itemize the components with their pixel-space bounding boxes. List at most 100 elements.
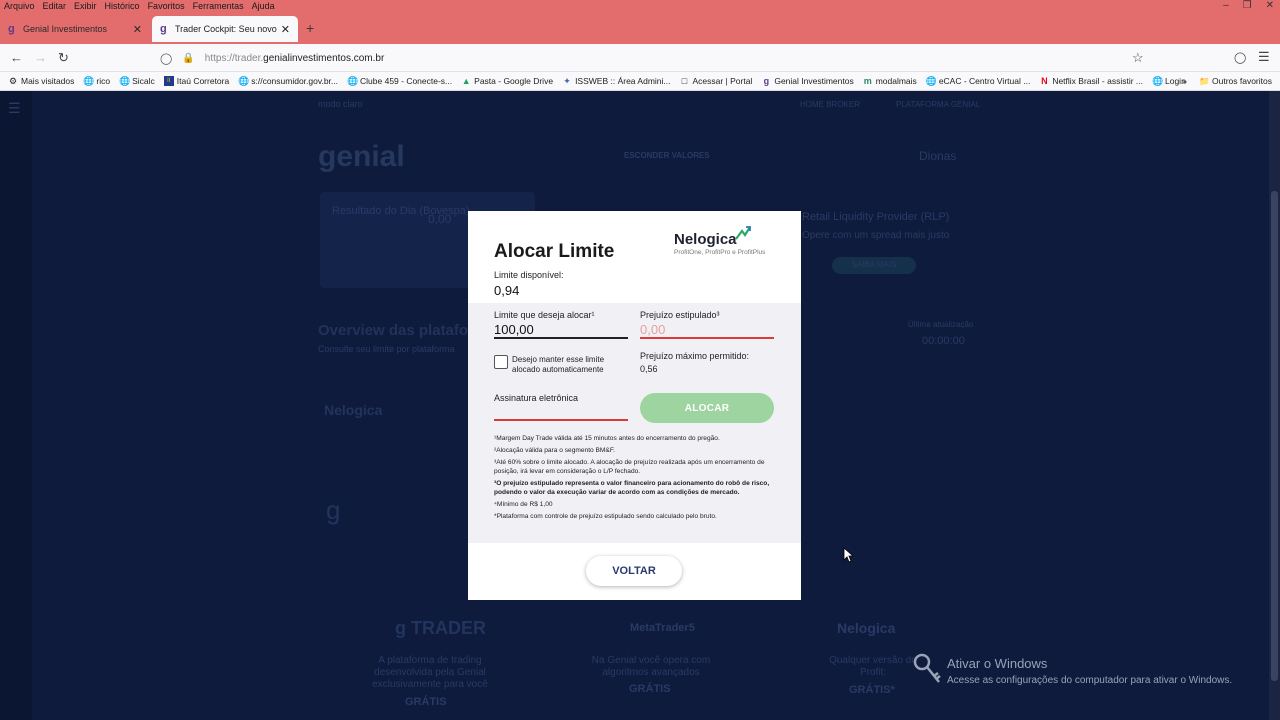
bookmark-item[interactable]: 🌐 rico [83,76,110,86]
tab-trader-cockpit[interactable]: g Trader Cockpit: Seu novo portal ✕ [152,16,298,42]
nelogica-bottom-logo: Nelogica [837,620,896,636]
pocket-icon[interactable]: ◯ [1234,51,1246,64]
bookmark-item[interactable]: g Genial Investimentos [761,76,854,86]
left-rail [0,91,32,720]
alocar-button[interactable]: ALOCAR [640,393,774,423]
tab-genial[interactable]: g Genial Investimentos ✕ [0,16,150,42]
limite-disponivel-label: Limite disponível: [494,270,564,280]
mt5-gratis: GRÁTIS [629,683,671,695]
assinatura-underline [494,419,628,421]
scroll-thumb[interactable] [1271,191,1278,681]
bookmark-item[interactable]: ⚙ Mais visitados [8,76,74,86]
watermark-title: Ativar o Windows [947,656,1048,671]
shield-icon[interactable]: ◯ [160,52,172,65]
new-tab-icon[interactable]: + [306,20,314,36]
mode-toggle-label[interactable]: modo claro [318,99,363,109]
bookmark-item[interactable]: 🌐 Login [1152,76,1186,86]
minimize-icon[interactable]: – [1223,0,1229,11]
limite-alocar-label: Limite que deseja alocar¹ [494,310,595,320]
bookmark-item[interactable]: m modalmais [863,76,917,86]
trader-logo: g TRADER [395,618,486,638]
manter-limite-label[interactable]: Desejo manter esse limite alocado automa… [512,355,622,375]
bookmark-item[interactable]: it Itaú Corretora [163,76,229,86]
globe-icon: 🌐 [1152,76,1164,86]
genial-dim-mark: g [326,495,341,525]
prejuizo-maximo-label: Prejuízo máximo permitido: [640,351,750,361]
ultima-atualizacao-label: Última atualização [908,320,974,329]
user-name[interactable]: Dionas [919,149,956,163]
globe-icon: 🌐 [925,76,938,86]
footnote: ²Alocação válida para o segmento BM&F. [494,447,615,454]
rlp-saiba-mais-button[interactable]: SAIBA MAIS [832,257,916,274]
bookmark-item[interactable]: 🌐 eCAC - Centro Virtual ... [926,76,1031,86]
bookmark-item[interactable]: 🌐 Clube 459 - Conecte-s... [347,76,452,86]
esconder-valores-toggle[interactable]: ESCONDER VALORES [624,151,710,160]
prejuizo-estipulado-underline [640,337,774,339]
menu-ajuda[interactable]: Ajuda [248,0,279,14]
back-icon[interactable]: ← [10,50,23,65]
mouse-cursor-icon [843,547,853,563]
forward-icon[interactable]: → [34,50,47,65]
gear-icon: ⚙ [8,76,18,86]
bookmark-item[interactable]: N Netflix Brasil - assistir ... [1039,76,1143,86]
menu-editar[interactable]: Editar [39,0,71,14]
rlp-subtitle: Opere com um spread mais justo [802,230,950,241]
voltar-button[interactable]: VOLTAR [586,556,682,586]
bookmarks-overflow: » 📁 Outros favoritos [1182,76,1272,87]
menu-favoritos[interactable]: Favoritos [144,0,189,14]
nelogica-gratis: GRÁTIS* [849,684,895,696]
other-bookmarks[interactable]: 📁 Outros favoritos [1199,76,1272,87]
more-bookmarks-icon[interactable]: » [1182,76,1187,87]
m-icon: m [863,76,872,86]
trader-promo: A plataforma de trading desenvolvida pel… [372,655,488,690]
assinatura-input[interactable] [494,405,628,419]
close-tab-icon[interactable]: ✕ [133,23,142,36]
menu-ferramentas[interactable]: Ferramentas [189,0,248,14]
windows-activation-watermark: Ativar o Windows Acesse as configurações… [947,656,1232,686]
tab-title: Trader Cockpit: Seu novo portal [175,24,277,34]
close-window-icon[interactable]: ✕ [1266,0,1274,11]
bookmark-star-icon[interactable]: ☆ [1132,50,1144,66]
globe-icon: 🌐 [83,76,95,86]
bookmark-item[interactable]: 🌐 s://consumidor.gov.br... [238,76,338,86]
mt5-logo: MetaTrader5 [630,622,695,634]
manter-limite-checkbox[interactable] [494,355,508,369]
plataforma-link[interactable]: PLATAFORMA GENIAL [896,100,980,109]
bookmarks-bar: ⚙ Mais visitados 🌐 rico 🌐 Sicalc it Itaú Cor… [0,72,1280,91]
bookmark-item[interactable]: ▲ Pasta - Google Drive [461,76,553,86]
drive-icon: ▲ [461,76,471,86]
nelogica-logo: Nelogica ProfitOne, ProfitPro e ProfitPl… [674,226,765,256]
reload-icon[interactable]: ↻ [58,50,69,66]
prejuizo-estipulado-label: Prejuízo estipulado³ [640,310,720,320]
menu-historico[interactable]: Histórico [101,0,144,14]
close-tab-icon[interactable]: ✕ [281,23,290,36]
genial-logo: genial [318,140,405,173]
hamburger-icon[interactable]: ☰ [8,100,21,117]
g-icon: g [763,76,770,86]
bookmark-item[interactable]: ✦ ISSWEB :: Área Admini... [562,76,670,86]
menu-arquivo[interactable]: Arquivo [0,0,39,14]
bookmark-item[interactable]: 🌐 Sicalc [119,76,155,86]
bookmark-item[interactable]: □ Acessar | Portal [679,76,753,86]
home-broker-link[interactable]: HOME BROKER [800,100,860,109]
restore-icon[interactable]: ❐ [1243,0,1252,11]
prejuizo-estipulado-input[interactable]: 0,00 [640,322,665,337]
trader-gratis: GRÁTIS [405,696,447,708]
limite-alocar-underline [494,337,628,339]
hamburger-menu-icon[interactable]: ☰ [1258,49,1270,65]
address-bar[interactable]: ◯ 🔒 https://trader.genialinvestimentos.c… [152,47,1152,69]
page-scrollbar[interactable] [1269,91,1280,720]
genial-favicon-icon: g [8,23,15,35]
browser-titlebar: Arquivo Editar Exibir Histórico Favorito… [0,0,1280,44]
url-text[interactable]: https://trader.genialinvestimentos.com.b… [205,53,385,64]
genial-favicon-icon: g [160,23,167,35]
alocar-limite-modal: Alocar Limite Nelogica ProfitOne, Profit… [468,211,801,600]
limite-alocar-input[interactable]: 100,00 [494,322,534,337]
menu-exibir[interactable]: Exibir [70,0,101,14]
globe-icon: 🌐 [238,76,250,86]
lock-icon[interactable]: 🔒 [182,53,194,64]
globe-icon: 🌐 [347,76,359,86]
ultima-atualizacao-value: 00:00:00 [922,335,965,347]
limite-disponivel-value: 0,94 [494,283,520,298]
folder-icon: 📁 [1199,76,1210,86]
